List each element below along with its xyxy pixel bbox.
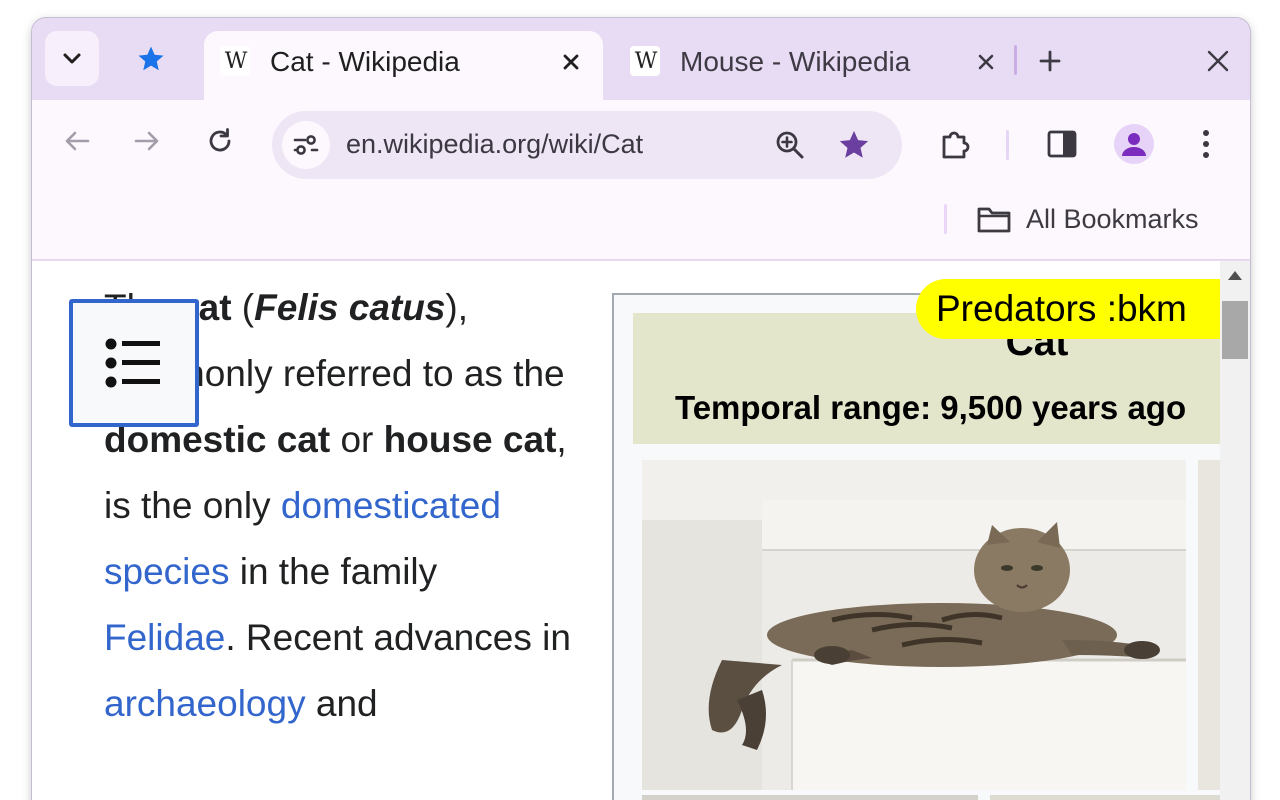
scrollbar-thumb[interactable] bbox=[1222, 301, 1248, 359]
search-highlight: Predators :bkm bbox=[916, 279, 1226, 339]
reload-icon bbox=[209, 128, 231, 152]
close-icon bbox=[1207, 50, 1229, 72]
site-info-button[interactable] bbox=[282, 121, 330, 169]
all-bookmarks-label: All Bookmarks bbox=[1026, 203, 1199, 234]
profile-button[interactable] bbox=[1114, 124, 1154, 164]
star-icon bbox=[138, 46, 164, 70]
more-menu-icon bbox=[1203, 130, 1209, 158]
back-button[interactable] bbox=[58, 122, 96, 160]
link-felidae[interactable]: Felidae bbox=[104, 617, 225, 658]
list-icon bbox=[105, 338, 160, 388]
toolbar-separator bbox=[1006, 130, 1009, 160]
text: in the family bbox=[229, 551, 438, 592]
bookmark-star-icon bbox=[839, 130, 869, 158]
tab-separator bbox=[1014, 45, 1017, 75]
forward-arrow-icon bbox=[134, 131, 159, 151]
more-menu-button[interactable] bbox=[1186, 124, 1226, 164]
plus-icon bbox=[1039, 50, 1061, 72]
bold-text: house cat bbox=[383, 419, 557, 460]
tab-strip: W Cat - Wikipedia W Mouse - Wikipedia bbox=[32, 18, 1250, 100]
tab-title: Cat - Wikipedia bbox=[270, 46, 460, 77]
vertical-scrollbar[interactable] bbox=[1220, 261, 1250, 800]
chevron-down-icon bbox=[63, 53, 81, 63]
tab-title: Mouse - Wikipedia bbox=[680, 46, 911, 77]
zoom-icon bbox=[776, 131, 804, 159]
tab-cat-wikipedia[interactable]: W Cat - Wikipedia bbox=[204, 31, 603, 100]
close-icon bbox=[563, 54, 579, 70]
browser-toolbar: en.wikipedia.org/wiki/Cat bbox=[32, 100, 1250, 182]
bookmark-page-button[interactable] bbox=[836, 127, 872, 163]
infobox: Cat Temporal range: 9,500 years ago bbox=[612, 293, 1238, 800]
scroll-up-arrow-icon[interactable] bbox=[1228, 271, 1242, 280]
forward-button[interactable] bbox=[128, 122, 166, 160]
thumbnail-strip[interactable] bbox=[990, 795, 1234, 800]
cat-image bbox=[642, 460, 1186, 790]
text: . Recent advances in bbox=[225, 617, 571, 658]
zoom-button[interactable] bbox=[772, 127, 808, 163]
folder-icon bbox=[977, 207, 1011, 233]
tab-search-button[interactable] bbox=[45, 31, 99, 86]
text: and bbox=[305, 683, 378, 724]
wikipedia-favicon-icon: W bbox=[220, 46, 250, 76]
browser-window: W Cat - Wikipedia W Mouse - Wikipedia en… bbox=[32, 18, 1250, 800]
all-bookmarks-button[interactable]: All Bookmarks bbox=[976, 198, 1199, 240]
side-panel-button[interactable] bbox=[1042, 124, 1082, 164]
back-arrow-icon bbox=[65, 131, 90, 151]
extensions-icon bbox=[942, 131, 970, 159]
profile-icon bbox=[1122, 133, 1146, 156]
tab-close-button[interactable] bbox=[974, 50, 998, 74]
link-archaeology[interactable]: archaeology bbox=[104, 683, 306, 724]
cat-photo[interactable] bbox=[642, 460, 1186, 790]
wikipedia-favicon-icon: W bbox=[630, 46, 660, 76]
italic-text: Felis catus bbox=[254, 287, 446, 328]
text: ), bbox=[445, 287, 469, 328]
site-info-icon bbox=[293, 135, 319, 155]
table-of-contents-button[interactable] bbox=[69, 299, 199, 427]
bookmarks-bar: All Bookmarks bbox=[32, 182, 1250, 260]
new-tab-button[interactable] bbox=[1034, 45, 1066, 77]
temporal-range: Temporal range: 9,500 years ago bbox=[675, 389, 1187, 426]
address-bar[interactable]: en.wikipedia.org/wiki/Cat bbox=[272, 111, 902, 179]
tab-close-button[interactable] bbox=[559, 50, 583, 74]
text: or bbox=[330, 419, 384, 460]
close-window-button[interactable] bbox=[1202, 45, 1234, 77]
tab-mouse-wikipedia[interactable]: W Mouse - Wikipedia bbox=[614, 31, 1014, 100]
text: ( bbox=[231, 287, 255, 328]
side-panel-icon bbox=[1047, 130, 1077, 158]
thumbnail-strip[interactable] bbox=[642, 795, 978, 800]
pinned-tab[interactable] bbox=[116, 31, 186, 86]
close-icon bbox=[978, 54, 994, 70]
bookmarks-separator bbox=[944, 204, 947, 234]
reload-button[interactable] bbox=[201, 122, 239, 160]
extensions-button[interactable] bbox=[936, 124, 976, 164]
page-content: The cat (Felis catus), commonly referred… bbox=[32, 261, 1250, 800]
url-text[interactable]: en.wikipedia.org/wiki/Cat bbox=[346, 129, 643, 160]
